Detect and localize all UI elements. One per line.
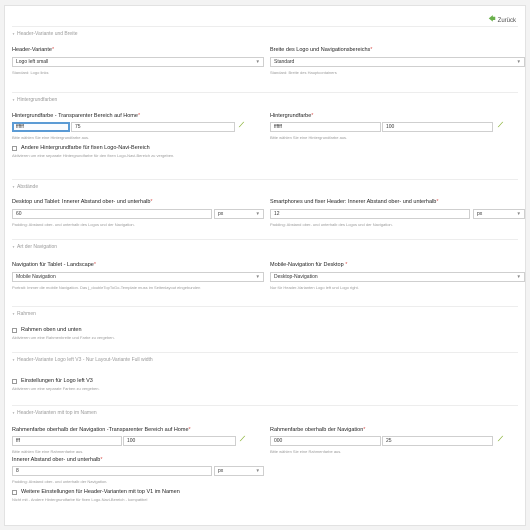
chevron-down-icon: ▼ xyxy=(255,211,260,216)
arrow-left-icon: 🡄 xyxy=(488,16,496,23)
checkbox-label: Weitere Einstellungen für Header-Variant… xyxy=(21,489,180,495)
field-hint: Bitte wählen Sie eine Hintergrundfarbe a… xyxy=(270,135,348,140)
section-spacing: ▼ Abstände Desktop und Tablet: Innerer Ab… xyxy=(12,179,525,239)
nav-tablet-select[interactable]: Mobile Navigation ▼ xyxy=(12,272,264,282)
header-variant-select[interactable]: Logo left small ▼ xyxy=(12,57,264,67)
caret-icon: ▼ xyxy=(12,185,15,189)
back-label: Zurück xyxy=(497,17,516,24)
section-toggle[interactable]: ▼ Hintergrundfarben xyxy=(12,97,57,103)
field-label: Breite des Logo und Navigationsbereichs* xyxy=(270,47,373,53)
chevron-down-icon: ▼ xyxy=(255,59,260,64)
caret-icon: ▼ xyxy=(12,245,15,249)
opacity-input[interactable]: 25 xyxy=(382,436,493,446)
alt-bg-checkbox[interactable] xyxy=(12,146,17,151)
field-label: Mobile-Navigation für Desktop * xyxy=(270,262,348,268)
field-hint: Standard: Logo links xyxy=(12,70,49,75)
color-picker-icon[interactable]: ⟋ xyxy=(240,436,245,444)
width-select[interactable]: Standard ▼ xyxy=(270,57,525,67)
field-hint: Aktivieren um eine separate Hintergrundf… xyxy=(12,153,175,158)
color-hex-input[interactable]: ffffff xyxy=(12,122,70,132)
caret-icon: ▼ xyxy=(12,312,15,316)
color-hex-input[interactable]: 000 xyxy=(270,436,381,446)
caret-icon: ▼ xyxy=(12,411,15,415)
section-title: Header-Varianten mit top im Namen xyxy=(16,410,97,416)
nav-desktop-select[interactable]: Desktop-Navigation ▼ xyxy=(270,272,525,282)
field-hint: Bitte wählen Sie eine Hintergrundfarbe a… xyxy=(12,135,90,140)
section-title: Header-Variante Logo left V3 - Nur Layou… xyxy=(16,357,153,363)
section-header-variant: ▼ Header-Variante und Breite Header-Varia… xyxy=(12,26,525,92)
field-label: Rahmenfarbe oberhalb der Navigation -Tra… xyxy=(12,427,191,433)
field-hint: Padding: Abstand ober- und unterhalb des… xyxy=(270,222,393,227)
field-label: Hintergrundfarbe - Transparenter Bereich… xyxy=(12,113,141,119)
color-hex-input[interactable]: fff xyxy=(12,436,122,446)
section-title: Rahmen xyxy=(16,311,36,317)
section-title: Art der Navigation xyxy=(16,244,58,250)
field-hint: Padding: Abstand ober- und unterhalb des… xyxy=(12,222,135,227)
chevron-down-icon: ▼ xyxy=(255,468,260,473)
section-navigation: ▼ Art der Navigation Navigation für Table… xyxy=(12,239,525,306)
padding-input[interactable]: 8 xyxy=(12,466,212,476)
section-toggle[interactable]: ▼ Rahmen xyxy=(12,311,36,317)
frame-checkbox[interactable] xyxy=(12,328,17,333)
settings-panel: 🡄 Zurück ▼ Header-Variante und Breite Hea… xyxy=(4,5,526,526)
checkbox-label: Rahmen oben und unten xyxy=(21,327,82,333)
unit-select[interactable]: px ▼ xyxy=(214,209,264,219)
chevron-down-icon: ▼ xyxy=(516,59,521,64)
opacity-input[interactable]: 100 xyxy=(123,436,236,446)
color-picker-icon[interactable]: ⟋ xyxy=(239,122,244,130)
color-hex-input[interactable]: ffffff xyxy=(270,122,381,132)
section-logo-left-v3: ▼ Header-Variante Logo left V3 - Nur Layo… xyxy=(12,352,518,405)
caret-icon: ▼ xyxy=(12,32,15,36)
section-top-variants: ▼ Header-Varianten mit top im Namen Rahme… xyxy=(12,405,518,523)
padding-input[interactable]: 60 xyxy=(12,209,212,219)
checkbox-label: Einstellungen für Logo left V3 xyxy=(21,378,93,384)
section-toggle[interactable]: ▼ Header-Variante und Breite xyxy=(12,31,77,37)
section-title: Abstände xyxy=(16,184,39,190)
unit-select[interactable]: px ▼ xyxy=(473,209,525,219)
field-hint: Padding: Abstand ober- und unterhalb der… xyxy=(12,479,108,484)
caret-icon: ▼ xyxy=(12,358,15,362)
chevron-down-icon: ▼ xyxy=(516,211,521,216)
more-settings-checkbox[interactable] xyxy=(12,490,17,495)
chevron-down-icon: ▼ xyxy=(516,274,521,279)
section-title: Hintergrundfarben xyxy=(16,97,58,103)
section-toggle[interactable]: ▼ Abstände xyxy=(12,184,38,190)
opacity-input[interactable]: 75 xyxy=(71,122,235,132)
section-toggle[interactable]: ▼ Header-Variante Logo left V3 - Nur Layo… xyxy=(12,357,153,363)
v3-checkbox[interactable] xyxy=(12,379,17,384)
unit-select[interactable]: px ▼ xyxy=(214,466,264,476)
section-backgrounds: ▼ Hintergrundfarben Hintergrundfarbe - Tr… xyxy=(12,92,518,179)
color-picker-icon[interactable]: ⟋ xyxy=(498,436,503,444)
field-hint: Aktivieren um eine separate Farben zu ve… xyxy=(12,386,100,391)
field-hint: Aktivieren um eine Rahmenbreite und Farb… xyxy=(12,335,115,340)
caret-icon: ▼ xyxy=(12,98,15,102)
section-toggle[interactable]: ▼ Header-Varianten mit top im Namen xyxy=(12,410,97,416)
section-toggle[interactable]: ▼ Art der Navigation xyxy=(12,244,57,250)
padding-input[interactable]: 12 xyxy=(270,209,470,219)
section-frame: ▼ Rahmen Rahmen oben und unten Aktivieren… xyxy=(12,306,518,352)
field-hint: Portrait: Immer die mobile Navigation. D… xyxy=(12,285,201,290)
color-picker-icon[interactable]: ⟋ xyxy=(498,122,503,130)
field-label: Navigation für Tablet - Landscape* xyxy=(12,262,96,268)
field-label: Hintergrundfarbe* xyxy=(270,113,314,119)
field-label: Rahmenfarbe oberhalb der Navigation* xyxy=(270,427,366,433)
checkbox-label: Andere Hintergrundfarbe für fixen Logo-N… xyxy=(21,145,150,151)
section-title: Header-Variante und Breite xyxy=(16,31,78,37)
opacity-input[interactable]: 100 xyxy=(382,122,493,132)
field-hint: Bitte wählen Sie eine Rahmenfarbe aus. xyxy=(12,449,84,454)
field-label: Header-Variante* xyxy=(12,47,55,53)
field-label: Desktop und Tablet: Innerer Abstand ober… xyxy=(12,199,153,205)
field-hint: Nicht mit - Andere Hintergrundfarbe für … xyxy=(12,497,148,502)
chevron-down-icon: ▼ xyxy=(255,274,260,279)
field-hint: Nur für Header-Varianten Logo left und L… xyxy=(270,285,359,290)
field-label: Smartphones und fixer Header: Innerer Ab… xyxy=(270,199,439,205)
field-hint: Bitte wählen Sie eine Rahmenfarbe aus. xyxy=(270,449,342,454)
field-hint: Standard: Breite des Hauptcontainers xyxy=(270,70,337,75)
field-label: Innerer Abstand ober- und unterhalb* xyxy=(12,457,103,463)
back-link[interactable]: 🡄 Zurück xyxy=(488,15,516,26)
